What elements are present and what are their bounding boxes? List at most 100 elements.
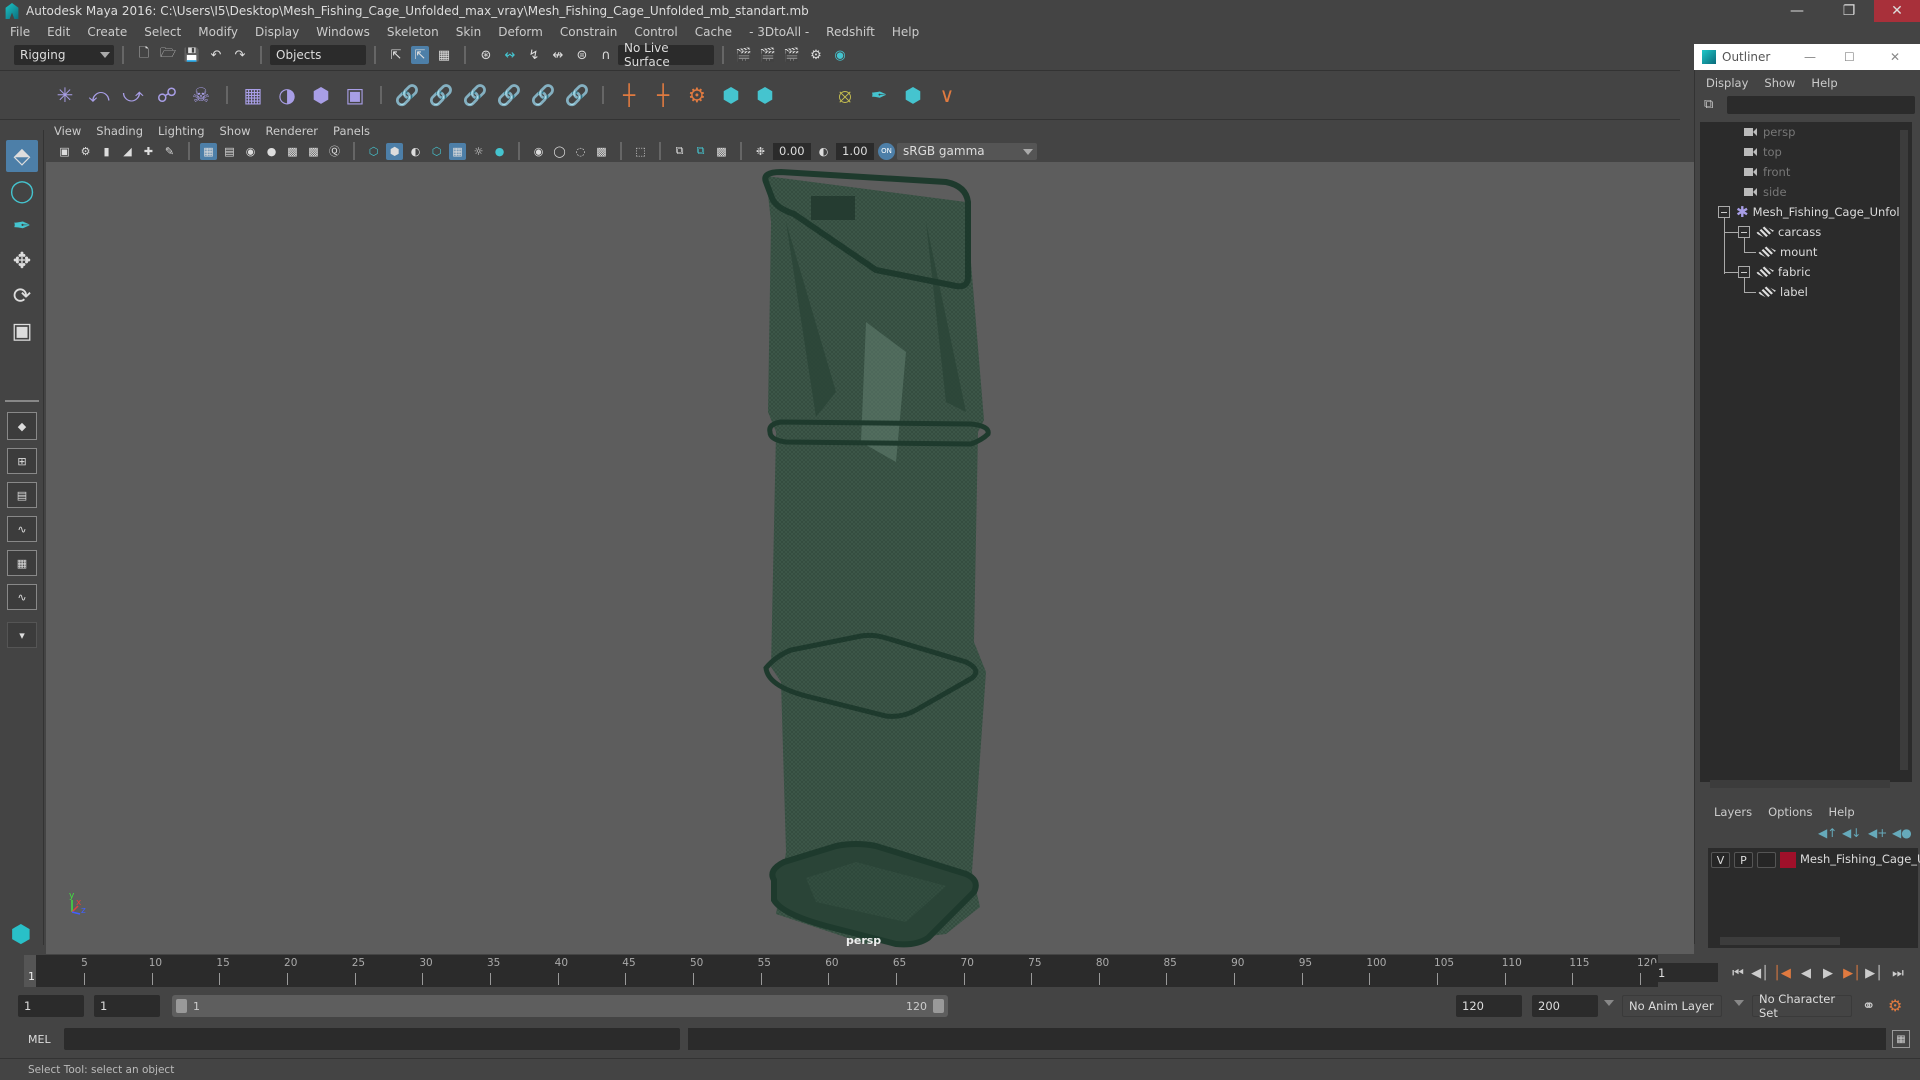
xray-active-components-icon[interactable]: ⧉	[692, 143, 709, 160]
panel-menu-lighting[interactable]: Lighting	[158, 124, 204, 138]
layers-menu-layers[interactable]: Layers	[1714, 805, 1752, 819]
render-settings-icon[interactable]: ⚙	[807, 46, 825, 64]
snap-grid-icon[interactable]: ⊛	[477, 46, 495, 64]
gate-mask-icon[interactable]: ●	[263, 143, 280, 160]
skin-bind-icon[interactable]: ☍	[153, 81, 181, 109]
outliner-item-side[interactable]: side	[1744, 182, 1787, 202]
menu-redshift[interactable]: Redshift	[826, 25, 875, 39]
layer-color-swatch[interactable]	[1780, 852, 1796, 868]
aim-constraint-icon[interactable]: 🔗	[529, 81, 557, 109]
outliner-item-fabric[interactable]: fabric	[1738, 262, 1811, 282]
image-plane-icon[interactable]: ◢	[119, 143, 136, 160]
3dtoall-alt-icon[interactable]: ⬢	[751, 81, 779, 109]
animation-end-field[interactable]: 200	[1532, 995, 1598, 1017]
playback-end-field[interactable]: 120	[1456, 995, 1522, 1017]
close-button[interactable]: ✕	[1874, 0, 1920, 22]
go-to-start-button[interactable]: ⏮	[1728, 963, 1748, 983]
menu-control[interactable]: Control	[634, 25, 677, 39]
outliner-item-mount[interactable]: mount	[1758, 242, 1817, 262]
outliner-close-icon[interactable]: ✕	[1890, 50, 1900, 64]
outliner-item-carcass[interactable]: carcass	[1738, 222, 1821, 242]
character-set-dropdown[interactable]: No Character Set	[1752, 992, 1852, 1020]
outliner-minimize-icon[interactable]: —	[1804, 50, 1816, 64]
outliner-maximize-icon[interactable]: ☐	[1844, 50, 1855, 64]
undo-icon[interactable]: ↶	[207, 46, 225, 64]
render-view-icon[interactable]: 🎬	[735, 46, 753, 64]
range-start-handle[interactable]	[176, 999, 187, 1013]
film-gate-icon[interactable]: ▤	[221, 143, 238, 160]
orient-constraint-icon[interactable]: 🔗	[461, 81, 489, 109]
shade-wireframe-icon[interactable]: ◐	[407, 143, 424, 160]
resolution-gate-icon[interactable]: ◉	[242, 143, 259, 160]
collapse-icon[interactable]	[1718, 206, 1730, 218]
menu-skeleton[interactable]: Skeleton	[387, 25, 439, 39]
wrap-icon[interactable]: ⬢	[307, 81, 335, 109]
menu-constrain[interactable]: Constrain	[560, 25, 618, 39]
joint-tool-icon[interactable]: ✳	[51, 81, 79, 109]
script-language-label[interactable]: MEL	[28, 1033, 51, 1046]
layer-type-toggle[interactable]	[1757, 852, 1776, 868]
exposure-icon[interactable]: ❉	[752, 143, 769, 160]
persp-outliner-layout-button[interactable]: ▤	[7, 482, 37, 508]
filter-icon[interactable]: ⧉	[1704, 97, 1713, 112]
range-end-handle[interactable]	[933, 999, 944, 1013]
layers-horizontal-scrollbar[interactable]	[1720, 937, 1840, 945]
new-layer-icon[interactable]: ◀+	[1868, 826, 1887, 840]
select-tool-icon[interactable]: ⬘	[6, 140, 38, 172]
outliner-item-front[interactable]: front	[1744, 162, 1790, 182]
range-slider[interactable]: 1 120	[172, 995, 948, 1017]
step-forward-button[interactable]: ▶│	[1864, 963, 1884, 983]
menu-modify[interactable]: Modify	[198, 25, 238, 39]
go-to-end-button[interactable]: ⏭	[1888, 963, 1908, 983]
menu-windows[interactable]: Windows	[316, 25, 370, 39]
lattice-icon[interactable]: ▦	[239, 81, 267, 109]
scale-constraint-icon[interactable]: 🔗	[495, 81, 523, 109]
step-back-key-button[interactable]: ◀│	[1750, 963, 1770, 983]
gamma-icon[interactable]: ◐	[815, 143, 832, 160]
outliner-menu-display[interactable]: Display	[1706, 76, 1748, 90]
previous-key-button[interactable]: │◀	[1772, 963, 1792, 983]
snap-point-icon[interactable]: ↯	[525, 46, 543, 64]
wireframe-icon[interactable]: ⬡	[365, 143, 382, 160]
panel-menu-show[interactable]: Show	[220, 124, 251, 138]
animation-preferences-icon[interactable]: ⚙	[1888, 996, 1902, 1015]
lasso-tool-icon[interactable]: ◯	[6, 175, 38, 207]
collapse-icon[interactable]	[1738, 266, 1750, 278]
menu-display[interactable]: Display	[255, 25, 299, 39]
outliner-search-input[interactable]	[1727, 96, 1915, 114]
paint-select-icon[interactable]: ✒	[865, 81, 893, 109]
xray-joints-icon[interactable]: ▩	[713, 143, 730, 160]
menu-cache[interactable]: Cache	[695, 25, 732, 39]
quick-rig-icon[interactable]: ☠	[187, 81, 215, 109]
minimize-button[interactable]: —	[1774, 0, 1820, 22]
select-component-icon[interactable]: ▦	[435, 46, 453, 64]
menu-edit[interactable]: Edit	[47, 25, 70, 39]
outliner-menu-show[interactable]: Show	[1764, 76, 1795, 90]
new-layer-selected-icon[interactable]: ◀●	[1892, 826, 1912, 840]
outliner-horizontal-scrollbar[interactable]	[1710, 780, 1890, 788]
cluster-icon[interactable]: ▣	[341, 81, 369, 109]
menu-help[interactable]: Help	[892, 25, 919, 39]
panel-menu-shading[interactable]: Shading	[96, 124, 143, 138]
animation-start-field[interactable]: 1	[18, 995, 84, 1017]
four-view-layout-button[interactable]: ⊞	[7, 448, 37, 474]
hypershade-layout-button[interactable]: ▦	[7, 550, 37, 576]
outliner-menu-help[interactable]: Help	[1811, 76, 1837, 90]
selection-mode-dropdown[interactable]: Objects	[270, 45, 366, 65]
panel-menu-renderer[interactable]: Renderer	[266, 124, 319, 138]
field-chart-icon[interactable]: ▩	[284, 143, 301, 160]
snap-live-icon[interactable]: ⊜	[573, 46, 591, 64]
live-surface-field[interactable]: No Live Surface	[618, 41, 714, 69]
sculpt-deformer-icon[interactable]: ◑	[273, 81, 301, 109]
safe-action-icon[interactable]: ▩	[305, 143, 322, 160]
isolate-select-icon[interactable]: ⬚	[632, 143, 649, 160]
chevron-down-icon[interactable]	[1604, 1000, 1614, 1006]
move-layer-down-icon[interactable]: ◀↓	[1842, 826, 1861, 840]
camera-icon[interactable]: ▣	[56, 143, 73, 160]
paint-select-tool-icon[interactable]: ✒	[6, 210, 38, 242]
anim-layer-dropdown[interactable]: No Anim Layer	[1622, 995, 1722, 1017]
current-frame-field[interactable]: 1	[1652, 963, 1718, 982]
parent-constraint-icon[interactable]: 🔗	[393, 81, 421, 109]
3dtoall-icon[interactable]: ⬢	[717, 81, 745, 109]
shadows-icon[interactable]: ●	[491, 143, 508, 160]
